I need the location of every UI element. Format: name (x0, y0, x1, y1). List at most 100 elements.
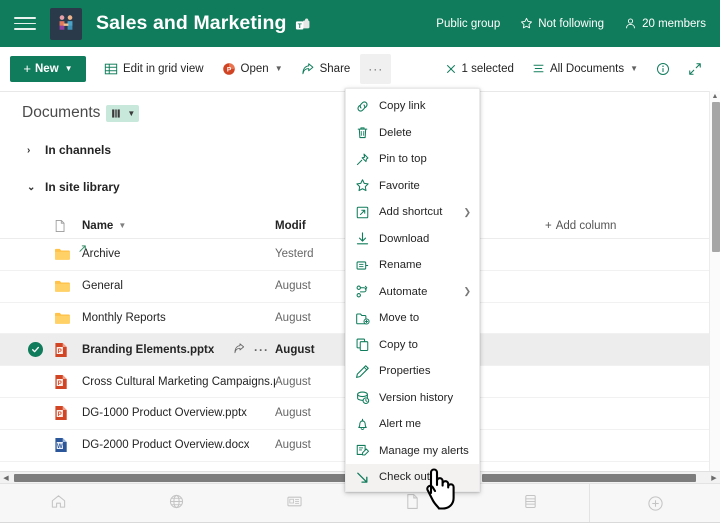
menu-item-delete[interactable]: Delete (346, 120, 479, 147)
column-header-modified-label: Modif (275, 220, 306, 232)
info-button[interactable] (648, 54, 678, 84)
folder-icon (54, 311, 70, 325)
chevron-down-icon: ⌄ (27, 182, 35, 193)
row-name-cell[interactable]: Monthly Reports (82, 312, 275, 324)
automate-icon (355, 284, 370, 299)
svg-text:P: P (58, 412, 62, 418)
open-button[interactable]: P Open ▼ (214, 54, 291, 84)
scroll-left-arrow[interactable]: ◀ (0, 474, 12, 482)
star-icon (355, 178, 370, 193)
vertical-scrollbar[interactable]: ▲ ▼ (709, 91, 720, 483)
menu-item-check-out[interactable]: Check out (346, 464, 479, 491)
row-name-cell[interactable]: Archive (82, 248, 275, 260)
row-modified-label: August (275, 439, 311, 451)
chevron-right-icon: ❯ (463, 207, 471, 218)
scroll-up-arrow[interactable]: ▲ (710, 91, 720, 102)
pin-icon (355, 152, 370, 167)
svg-text:P: P (226, 66, 231, 73)
bottom-nav-list[interactable] (471, 484, 589, 523)
row-selected-checkmark[interactable] (28, 342, 43, 357)
download-icon (355, 231, 370, 246)
menu-item-properties[interactable]: Properties (346, 358, 479, 385)
scroll-right-arrow[interactable]: ▶ (708, 474, 720, 482)
hamburger-icon[interactable] (14, 13, 36, 35)
row-file-type-icon: W (54, 437, 82, 453)
menu-item-label: Properties (379, 365, 431, 377)
svg-text:W: W (57, 444, 63, 450)
column-file-type[interactable] (54, 219, 82, 233)
menu-item-add-shortcut[interactable]: Add shortcut ❯ (346, 199, 479, 226)
clear-selection-button[interactable]: 1 selected (437, 54, 522, 84)
share-icon (301, 62, 315, 76)
row-name-label: DG-1000 Product Overview.pptx (82, 407, 247, 419)
row-name-cell[interactable]: DG-2000 Product Overview.docx (82, 439, 275, 451)
pencil-icon (355, 364, 370, 379)
menu-item-favorite[interactable]: Favorite (346, 173, 479, 200)
menu-item-download[interactable]: Download (346, 226, 479, 253)
menu-item-move-to[interactable]: Move to (346, 305, 479, 332)
horizontal-scrollbar-thumb[interactable] (14, 474, 350, 482)
row-name-label: DG-2000 Product Overview.docx (82, 439, 249, 451)
new-button[interactable]: + New ▼ (10, 56, 86, 82)
menu-item-label: Delete (379, 127, 412, 139)
move-icon (355, 311, 370, 326)
menu-item-rename[interactable]: Rename (346, 252, 479, 279)
row-modified-label: Yesterd (275, 248, 314, 260)
more-commands-button[interactable]: ··· (360, 54, 391, 84)
horizontal-scrollbar-thumb-right[interactable] (482, 474, 696, 482)
command-bar-right: 1 selected All Documents ▼ (437, 54, 711, 84)
command-bar: + New ▼ Edit in grid view P (0, 47, 720, 91)
rename-icon (355, 258, 370, 273)
add-tab-button[interactable] (590, 495, 720, 512)
bell-icon (355, 417, 370, 432)
add-column-button[interactable]: + Add column (545, 220, 616, 232)
view-list-icon (532, 62, 545, 75)
expand-icon (688, 62, 702, 76)
vertical-scrollbar-thumb[interactable] (712, 102, 720, 252)
folder-icon (54, 279, 70, 293)
library-switcher-pill[interactable]: ▼ (106, 105, 139, 122)
menu-item-copy-to[interactable]: Copy to (346, 332, 479, 359)
expand-button[interactable] (680, 54, 710, 84)
automate-icon (355, 284, 370, 299)
menu-item-label: Pin to top (379, 153, 427, 165)
bottom-nav-home[interactable] (0, 484, 118, 523)
row-share-icon[interactable] (233, 342, 246, 358)
row-more-menu[interactable]: ··· (254, 343, 269, 357)
column-header-name[interactable]: Name ▼ (82, 220, 275, 232)
menu-item-version-history[interactable]: Version history (346, 385, 479, 412)
share-button[interactable]: Share (293, 54, 359, 84)
row-name-cell[interactable]: DG-1000 Product Overview.pptx (82, 407, 275, 419)
info-icon (656, 62, 670, 76)
word-file-icon: W (54, 437, 68, 453)
row-name-label: Branding Elements.pptx (82, 344, 214, 356)
menu-item-automate[interactable]: Automate❯ (346, 279, 479, 306)
bottom-nav-news[interactable] (236, 484, 354, 523)
chevron-down-icon: ▼ (630, 64, 638, 73)
row-name-cell[interactable]: Cross Cultural Marketing Campaigns.pptx (82, 376, 275, 388)
view-switcher-button[interactable]: All Documents ▼ (524, 54, 646, 84)
members-button[interactable]: 20 members (624, 17, 706, 30)
row-name-cell[interactable]: Branding Elements.pptx ··· (82, 342, 275, 358)
follow-button[interactable]: Not following (520, 17, 604, 30)
row-name-cell[interactable]: General (82, 280, 275, 292)
person-icon (624, 17, 637, 30)
selected-count-label: 1 selected (462, 63, 514, 75)
move-icon (355, 311, 370, 326)
page-icon (405, 493, 420, 515)
privacy-label: Public group (436, 18, 500, 30)
bottom-nav-web[interactable] (118, 484, 236, 523)
menu-item-label: Favorite (379, 180, 420, 192)
context-menu: Copy link Delete Pin to top Favorite Add sho… (345, 88, 480, 492)
menu-item-label: Copy to (379, 339, 418, 351)
menu-item-pin-to-top[interactable]: Pin to top (346, 146, 479, 173)
open-label: Open (241, 63, 269, 75)
folder-icon (54, 247, 70, 261)
menu-item-copy-link[interactable]: Copy link (346, 93, 479, 120)
menu-item-manage-my-alerts[interactable]: Manage my alerts (346, 438, 479, 465)
menu-item-alert-me[interactable]: Alert me (346, 411, 479, 438)
menu-item-label: Add shortcut (379, 206, 442, 218)
row-checkbox[interactable] (28, 342, 54, 357)
site-header: Sales and Marketing T Public group Not f… (0, 0, 720, 47)
edit-in-grid-view-button[interactable]: Edit in grid view (96, 54, 212, 84)
